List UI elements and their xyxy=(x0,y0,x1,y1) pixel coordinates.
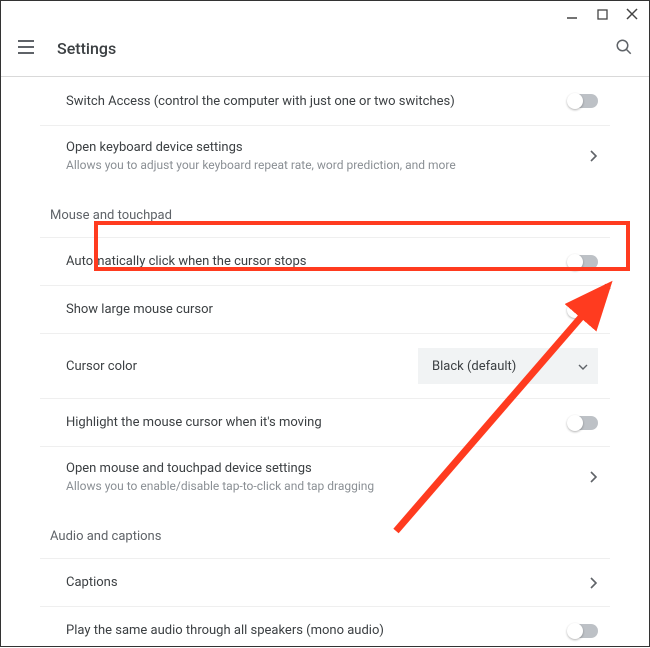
mouse-touchpad-section-title: Mouse and touchpad xyxy=(40,186,610,237)
mouse-device-settings-row[interactable]: Open mouse and touchpad device settings … xyxy=(40,446,610,507)
autoclick-label: Automatically click when the cursor stop… xyxy=(66,254,568,269)
switch-access-row[interactable]: Switch Access (control the computer with… xyxy=(40,77,610,125)
captions-label: Captions xyxy=(66,575,590,590)
menu-icon[interactable] xyxy=(17,38,37,60)
cursor-color-row: Cursor color Black (default) xyxy=(40,333,610,398)
keyboard-device-settings-label: Open keyboard device settings xyxy=(66,140,590,155)
cursor-color-value: Black (default) xyxy=(432,359,516,374)
large-cursor-toggle[interactable] xyxy=(568,303,598,317)
large-cursor-label: Show large mouse cursor xyxy=(66,302,568,317)
minimize-button[interactable] xyxy=(565,7,579,21)
mono-audio-toggle[interactable] xyxy=(568,624,598,638)
audio-captions-section-title: Audio and captions xyxy=(40,507,610,558)
keyboard-device-settings-row[interactable]: Open keyboard device settings Allows you… xyxy=(40,125,610,186)
settings-content: Switch Access (control the computer with… xyxy=(1,77,649,644)
mouse-device-settings-sub: Allows you to enable/disable tap-to-clic… xyxy=(66,479,590,493)
close-button[interactable] xyxy=(625,7,639,21)
keyboard-device-settings-sub: Allows you to adjust your keyboard repea… xyxy=(66,158,590,172)
settings-header: Settings xyxy=(1,21,649,77)
chevron-down-icon xyxy=(578,359,588,374)
maximize-button[interactable] xyxy=(595,7,609,21)
switch-access-toggle[interactable] xyxy=(568,94,598,108)
chevron-right-icon xyxy=(590,471,598,483)
cursor-color-label: Cursor color xyxy=(66,359,418,374)
highlight-cursor-toggle[interactable] xyxy=(568,416,598,430)
autoclick-row[interactable]: Automatically click when the cursor stop… xyxy=(40,237,610,285)
autoclick-toggle[interactable] xyxy=(568,255,598,269)
highlight-cursor-row[interactable]: Highlight the mouse cursor when it's mov… xyxy=(40,398,610,446)
large-cursor-row[interactable]: Show large mouse cursor xyxy=(40,285,610,333)
captions-row[interactable]: Captions xyxy=(40,558,610,606)
search-icon[interactable] xyxy=(615,38,633,60)
highlight-cursor-label: Highlight the mouse cursor when it's mov… xyxy=(66,415,568,430)
switch-access-label: Switch Access (control the computer with… xyxy=(66,94,568,109)
mono-audio-label: Play the same audio through all speakers… xyxy=(66,623,568,638)
mouse-device-settings-label: Open mouse and touchpad device settings xyxy=(66,461,590,476)
window-controls xyxy=(565,7,639,21)
mono-audio-row[interactable]: Play the same audio through all speakers… xyxy=(40,606,610,644)
page-title: Settings xyxy=(57,39,116,58)
cursor-color-dropdown[interactable]: Black (default) xyxy=(418,348,598,384)
chevron-right-icon xyxy=(590,150,598,162)
chevron-right-icon xyxy=(590,577,598,589)
